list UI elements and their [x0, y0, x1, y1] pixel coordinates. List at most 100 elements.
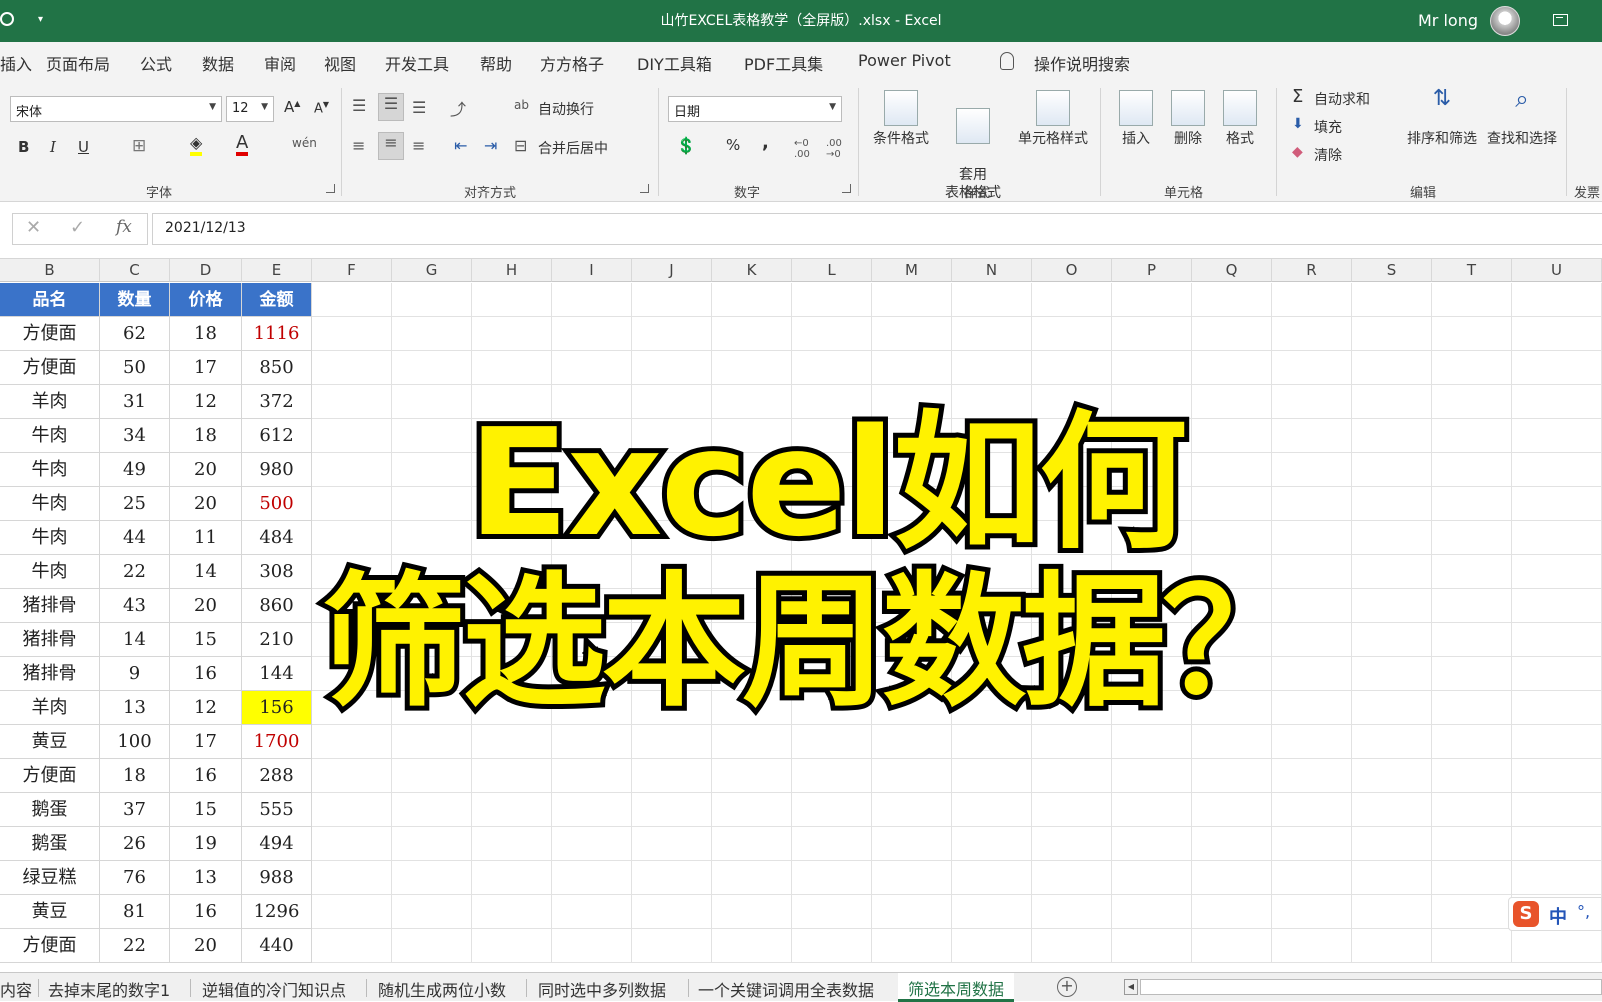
grid-cell[interactable]: [1432, 861, 1512, 895]
grid-cell[interactable]: [1032, 351, 1112, 385]
number-format-select[interactable]: 日期 ▼: [668, 96, 842, 122]
grid-cell[interactable]: [1112, 623, 1192, 657]
grid-cell[interactable]: [1432, 453, 1512, 487]
cell-qty[interactable]: 50: [100, 351, 170, 385]
cell-qty[interactable]: 34: [100, 419, 170, 453]
grid-cell[interactable]: [392, 929, 472, 963]
grid-cell[interactable]: [1352, 657, 1432, 691]
grid-cell[interactable]: [1432, 657, 1512, 691]
grid-cell[interactable]: [1032, 929, 1112, 963]
grid-cell[interactable]: [552, 555, 632, 589]
grid-cell[interactable]: [312, 827, 392, 861]
increase-decimal-icon[interactable]: ←0.00: [794, 138, 810, 160]
grid-cell[interactable]: [712, 521, 792, 555]
grid-cell[interactable]: [552, 351, 632, 385]
cell-amount[interactable]: 860: [242, 589, 312, 623]
grid-cell[interactable]: [392, 623, 472, 657]
ime-punctuation[interactable]: °,: [1577, 902, 1590, 921]
grid-cell[interactable]: [1192, 453, 1272, 487]
cell-name[interactable]: 方便面: [0, 929, 100, 963]
grid-cell[interactable]: [1272, 657, 1352, 691]
column-header-d[interactable]: D: [170, 259, 242, 282]
cell-amount[interactable]: 1700: [242, 725, 312, 759]
grid-cell[interactable]: [1272, 623, 1352, 657]
grid-cell[interactable]: [1432, 793, 1512, 827]
tab-formulas[interactable]: 公式: [140, 51, 172, 75]
grid-cell[interactable]: [872, 283, 952, 317]
grid-cell[interactable]: [1032, 691, 1112, 725]
grid-cell[interactable]: [632, 521, 712, 555]
cell-qty[interactable]: 18: [100, 759, 170, 793]
align-right-icon[interactable]: ≡: [412, 136, 425, 155]
grid-cell[interactable]: [1112, 317, 1192, 351]
cell-qty[interactable]: 25: [100, 487, 170, 521]
cell-name[interactable]: 黄豆: [0, 895, 100, 929]
grid-cell[interactable]: [472, 555, 552, 589]
grid-cell[interactable]: [1512, 861, 1602, 895]
grid-cell[interactable]: [1432, 521, 1512, 555]
tab-data[interactable]: 数据: [202, 51, 234, 75]
cell-qty[interactable]: 13: [100, 691, 170, 725]
grid-cell[interactable]: [1512, 283, 1602, 317]
cell-amount[interactable]: 156: [242, 691, 312, 725]
grid-cell[interactable]: [392, 453, 472, 487]
grid-cell[interactable]: [1272, 589, 1352, 623]
grid-cell[interactable]: [1512, 691, 1602, 725]
grid-cell[interactable]: [472, 283, 552, 317]
tab-page-layout[interactable]: 页面布局: [46, 51, 110, 75]
grid-cell[interactable]: [312, 657, 392, 691]
grid-cell[interactable]: [792, 793, 872, 827]
orientation-icon[interactable]: ⤴: [450, 96, 466, 120]
grid-cell[interactable]: [1352, 895, 1432, 929]
column-header-l[interactable]: L: [792, 259, 872, 282]
align-middle-icon[interactable]: ☰: [378, 93, 404, 121]
font-name-select[interactable]: 宋体 ▼: [10, 96, 222, 122]
cell-name[interactable]: 羊肉: [0, 385, 100, 419]
cell-name[interactable]: 牛肉: [0, 453, 100, 487]
grid-cell[interactable]: [392, 827, 472, 861]
grid-cell[interactable]: [792, 521, 872, 555]
grid-cell[interactable]: [792, 487, 872, 521]
grid-cell[interactable]: [872, 861, 952, 895]
grid-cell[interactable]: [712, 657, 792, 691]
column-header-n[interactable]: N: [952, 259, 1032, 282]
grid-cell[interactable]: [952, 793, 1032, 827]
grid-cell[interactable]: [632, 861, 712, 895]
grid-cell[interactable]: [472, 759, 552, 793]
grid-cell[interactable]: [1112, 691, 1192, 725]
grid-cell[interactable]: [552, 793, 632, 827]
ime-mode[interactable]: 中: [1549, 903, 1567, 929]
avatar[interactable]: [1490, 6, 1520, 36]
cell-amount[interactable]: 308: [242, 555, 312, 589]
grid-cell[interactable]: [312, 623, 392, 657]
grid-cell[interactable]: [392, 861, 472, 895]
grid-cell[interactable]: [1432, 385, 1512, 419]
grid-cell[interactable]: [792, 589, 872, 623]
grid-cell[interactable]: [1032, 793, 1112, 827]
sheet-tab[interactable]: 去掉末尾的数字1: [48, 977, 170, 1001]
grid-cell[interactable]: [1112, 861, 1192, 895]
fill-button[interactable]: 填充: [1314, 117, 1342, 137]
cell-price[interactable]: 19: [170, 827, 242, 861]
grid-cell[interactable]: [1512, 419, 1602, 453]
grid-cell[interactable]: [712, 419, 792, 453]
grid-cell[interactable]: [952, 929, 1032, 963]
align-top-icon[interactable]: ☰: [352, 96, 366, 115]
grid-cell[interactable]: [1512, 555, 1602, 589]
grid-cell[interactable]: [1192, 385, 1272, 419]
grid-cell[interactable]: [952, 589, 1032, 623]
grid-cell[interactable]: [472, 793, 552, 827]
grid-cell[interactable]: [712, 453, 792, 487]
conditional-format-button[interactable]: 条件格式: [866, 90, 936, 148]
ime-toolbar[interactable]: S 中 °,: [1508, 897, 1602, 931]
grid-cell[interactable]: [312, 351, 392, 385]
grid-cell[interactable]: [632, 895, 712, 929]
cell-price[interactable]: 15: [170, 793, 242, 827]
column-header-e[interactable]: E: [242, 259, 312, 282]
grid-cell[interactable]: [312, 759, 392, 793]
grid-cell[interactable]: [872, 453, 952, 487]
grid-cell[interactable]: [392, 691, 472, 725]
grid-cell[interactable]: [872, 725, 952, 759]
grid-cell[interactable]: [1112, 283, 1192, 317]
grid-cell[interactable]: [1352, 793, 1432, 827]
